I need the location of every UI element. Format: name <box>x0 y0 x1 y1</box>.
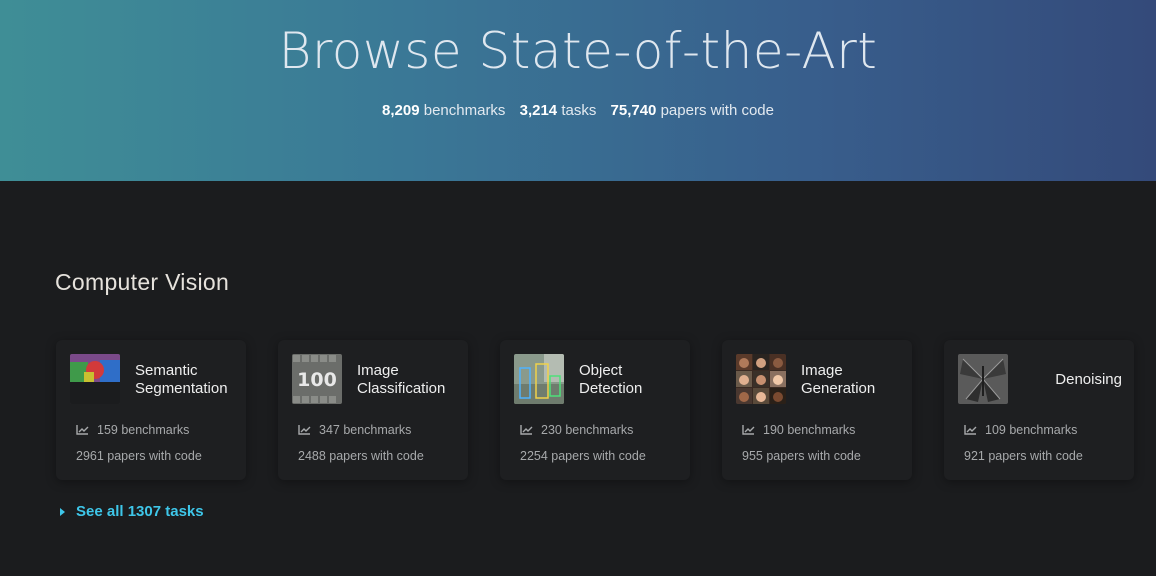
task-thumbnail: 100 <box>292 354 342 404</box>
benchmark-count: 159 benchmarks <box>76 423 189 437</box>
task-card-semantic-segmentation[interactable]: Semantic Segmentation 159 benchmarks 296… <box>56 340 246 480</box>
task-name[interactable]: Image Classification <box>357 362 467 398</box>
benchmark-count-label: 190 benchmarks <box>763 423 856 437</box>
stat-label: papers with code <box>660 102 774 119</box>
stat-papers: 75,740 papers with code <box>611 102 774 119</box>
chart-line-icon <box>742 425 755 435</box>
chart-line-icon <box>964 425 977 435</box>
stat-number: 8,209 <box>382 102 420 119</box>
task-name[interactable]: Semantic Segmentation <box>135 362 245 398</box>
page-title: Browse State-of-the-Art <box>278 22 878 80</box>
papers-count: 2488 papers with code <box>298 449 424 463</box>
benchmark-count-label: 159 benchmarks <box>97 423 190 437</box>
task-thumbnail <box>514 354 564 404</box>
benchmark-count-label: 109 benchmarks <box>985 423 1078 437</box>
caret-right-icon <box>60 507 65 516</box>
papers-count: 2254 papers with code <box>520 449 646 463</box>
benchmark-count: 109 benchmarks <box>964 423 1077 437</box>
papers-count: 955 papers with code <box>742 449 861 463</box>
task-thumbnail <box>736 354 786 404</box>
stat-benchmarks: 8,209 benchmarks <box>382 102 505 119</box>
section-title[interactable]: Computer Vision <box>55 269 229 296</box>
benchmark-count: 230 benchmarks <box>520 423 633 437</box>
svg-text:100: 100 <box>297 369 337 391</box>
chart-line-icon <box>76 425 89 435</box>
see-all-tasks-link[interactable]: See all 1307 tasks <box>60 503 204 520</box>
stat-number: 3,214 <box>519 102 558 119</box>
papers-count: 921 papers with code <box>964 449 1083 463</box>
hero-stats: 8,209 benchmarks 3,214 tasks 75,740 pape… <box>0 102 1156 119</box>
stat-label: tasks <box>561 102 597 119</box>
benchmark-count-label: 230 benchmarks <box>541 423 634 437</box>
task-thumbnail <box>70 354 120 404</box>
task-name[interactable]: Denoising <box>944 371 1134 389</box>
stat-number: 75,740 <box>610 102 657 119</box>
task-name[interactable]: Image Generation <box>801 362 911 398</box>
stat-label: benchmarks <box>423 102 506 119</box>
papers-count: 2961 papers with code <box>76 449 202 463</box>
chart-line-icon <box>298 425 311 435</box>
task-card-image-generation[interactable]: Image Generation 190 benchmarks 955 pape… <box>722 340 912 480</box>
stat-tasks: 3,214 tasks <box>520 102 597 119</box>
hero-banner: Browse State-of-the-Art 8,209 benchmarks… <box>0 0 1156 181</box>
task-card-object-detection[interactable]: Object Detection 230 benchmarks 2254 pap… <box>500 340 690 480</box>
task-card-image-classification[interactable]: 100 Image Classification 347 benchmarks … <box>278 340 468 480</box>
see-all-label: See all 1307 tasks <box>76 503 204 520</box>
chart-line-icon <box>520 425 533 435</box>
benchmark-count: 347 benchmarks <box>298 423 411 437</box>
benchmark-count-label: 347 benchmarks <box>319 423 412 437</box>
task-name[interactable]: Object Detection <box>579 362 689 398</box>
benchmark-count: 190 benchmarks <box>742 423 855 437</box>
task-card-denoising[interactable]: Denoising 109 benchmarks 921 papers with… <box>944 340 1134 480</box>
